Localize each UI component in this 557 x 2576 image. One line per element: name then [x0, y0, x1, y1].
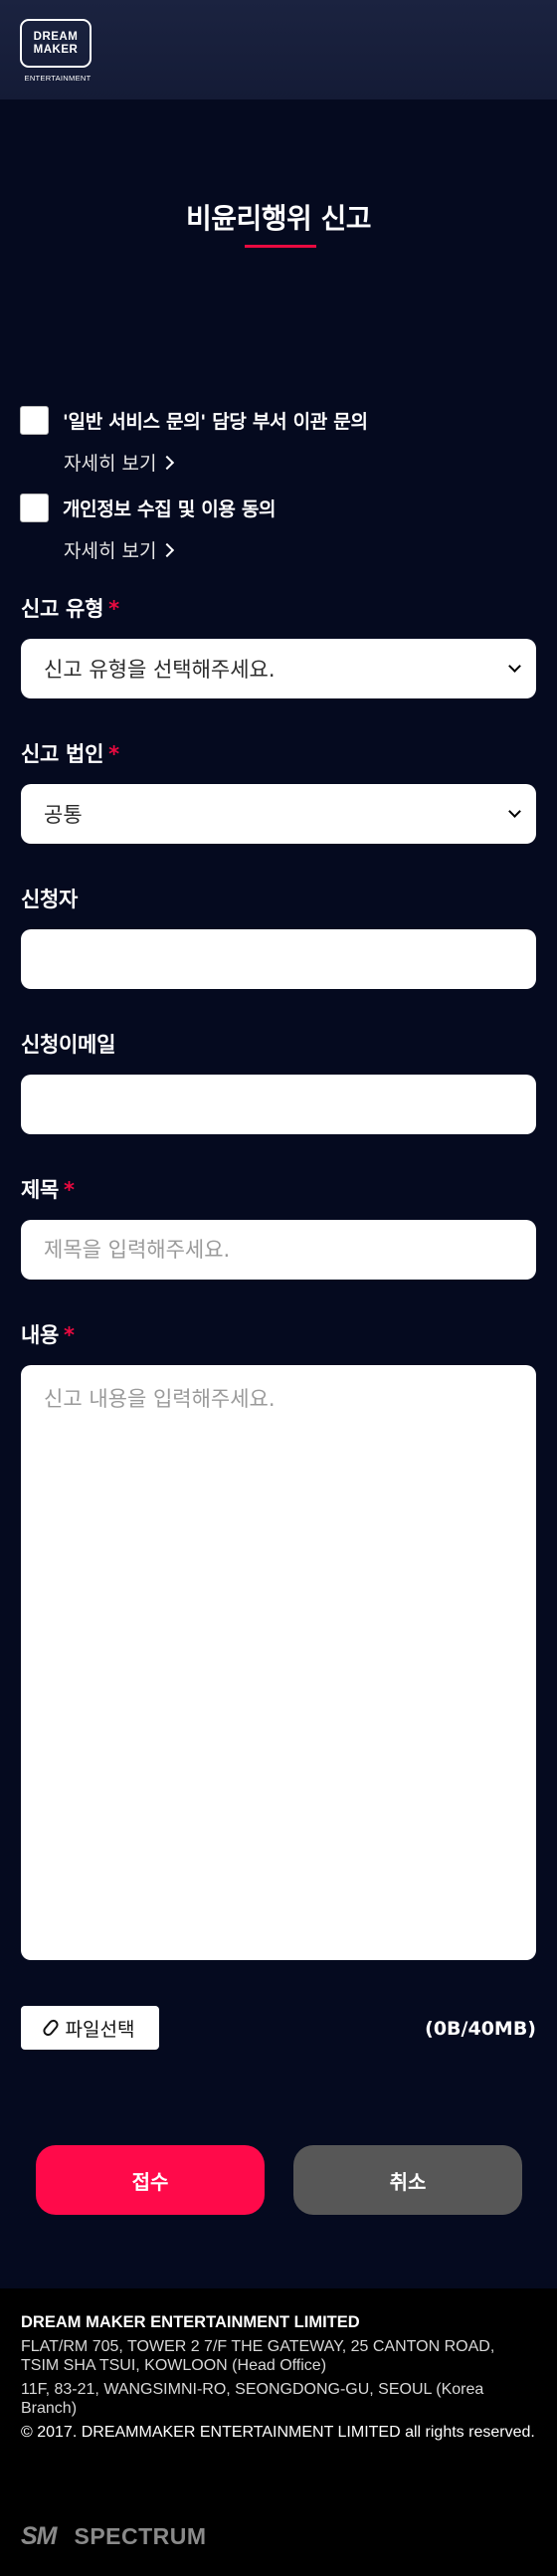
report-type-select[interactable]: 신고 유형을 선택해주세요.: [21, 639, 536, 698]
site-header: DREAM MAKER ENTERTAINMENT: [0, 0, 557, 99]
agreement-privacy-label: 개인정보 수집 및 이용 동의: [63, 498, 277, 520]
spectrum-logo: SPECTRUM: [74, 2523, 207, 2549]
agreement-transfer: '일반 서비스 문의' 담당 부서 이관 문의 자세히 보기: [20, 406, 368, 476]
required-mark: *: [108, 742, 119, 766]
agreement-transfer-checkbox[interactable]: [20, 406, 49, 435]
applicant-label-text: 신청자: [21, 888, 79, 911]
file-select-label: 파일선택: [65, 2018, 135, 2041]
email-label-text: 신청이메일: [21, 1033, 116, 1057]
chevron-down-icon: [508, 660, 521, 673]
agreement-privacy-checkbox[interactable]: [20, 494, 49, 522]
footer-copyright: © 2017. DREAMMAKER ENTERTAINMENT LIMITED…: [21, 2424, 535, 2441]
company-label: 신고 법인 *: [21, 738, 119, 768]
agreement-privacy: 개인정보 수집 및 이용 동의 자세히 보기: [20, 494, 277, 563]
logo-subtitle: ENTERTAINMENT: [24, 74, 92, 83]
logo-mark: DREAM MAKER: [20, 19, 92, 68]
subject-input[interactable]: [21, 1220, 536, 1280]
content-label: 내용 *: [21, 1319, 75, 1349]
subject-label-text: 제목: [21, 1178, 60, 1202]
more-link-label: 자세히 보기: [64, 453, 157, 475]
site-footer: DREAM MAKER ENTERTAINMENT LIMITED FLAT/R…: [0, 2288, 557, 2576]
required-mark: *: [108, 597, 119, 621]
sm-logo: SM: [21, 2522, 57, 2550]
logo-text-dream: DREAM: [33, 30, 79, 43]
file-size-indicator: (0B/40MB): [425, 2018, 536, 2040]
company-selected-value: 공통: [44, 803, 83, 827]
title-underline: [245, 245, 316, 248]
content-label-text: 내용: [21, 1323, 60, 1347]
report-type-label-text: 신고 유형: [21, 597, 104, 621]
more-link-label: 자세히 보기: [64, 540, 157, 562]
company-select[interactable]: 공통: [21, 784, 536, 844]
chevron-right-icon: [160, 455, 175, 470]
page-title: 비윤리행위 신고: [185, 202, 372, 235]
applicant-label: 신청자: [21, 884, 78, 913]
agreement-privacy-more-link[interactable]: 자세히 보기: [64, 536, 276, 563]
chevron-down-icon: [508, 805, 521, 818]
paperclip-icon: [40, 2017, 61, 2039]
agreement-transfer-more-link[interactable]: 자세히 보기: [64, 449, 368, 476]
required-mark: *: [64, 1178, 75, 1202]
report-type-label: 신고 유형 *: [21, 593, 119, 623]
email-input[interactable]: [21, 1075, 536, 1134]
footer-head-office-address: FLAT/RM 705, TOWER 2 7/F THE GATEWAY, 25…: [21, 2338, 495, 2374]
submit-button[interactable]: 접수: [36, 2145, 265, 2215]
cancel-button[interactable]: 취소: [293, 2145, 522, 2215]
dream-maker-logo[interactable]: DREAM MAKER ENTERTAINMENT: [20, 19, 95, 83]
agreement-transfer-label: '일반 서비스 문의' 담당 부서 이관 문의: [63, 411, 368, 433]
file-select-button[interactable]: 파일선택: [21, 2006, 159, 2050]
footer-partner-logos: SM SPECTRUM: [21, 2522, 207, 2551]
logo-text-maker: MAKER: [33, 43, 79, 56]
footer-branch-address: 11F, 83-21, WANGSIMNI-RO, SEONGDONG-GU, …: [21, 2381, 484, 2417]
company-label-text: 신고 법인: [21, 742, 104, 766]
subject-label: 제목 *: [21, 1174, 75, 1204]
applicant-input[interactable]: [21, 929, 536, 989]
chevron-right-icon: [160, 542, 175, 557]
email-label: 신청이메일: [21, 1029, 115, 1059]
footer-company-name: DREAM MAKER ENTERTAINMENT LIMITED: [21, 2313, 360, 2331]
content-textarea[interactable]: [21, 1365, 536, 1960]
report-type-selected-value: 신고 유형을 선택해주세요.: [44, 658, 276, 682]
required-mark: *: [64, 1323, 75, 1347]
